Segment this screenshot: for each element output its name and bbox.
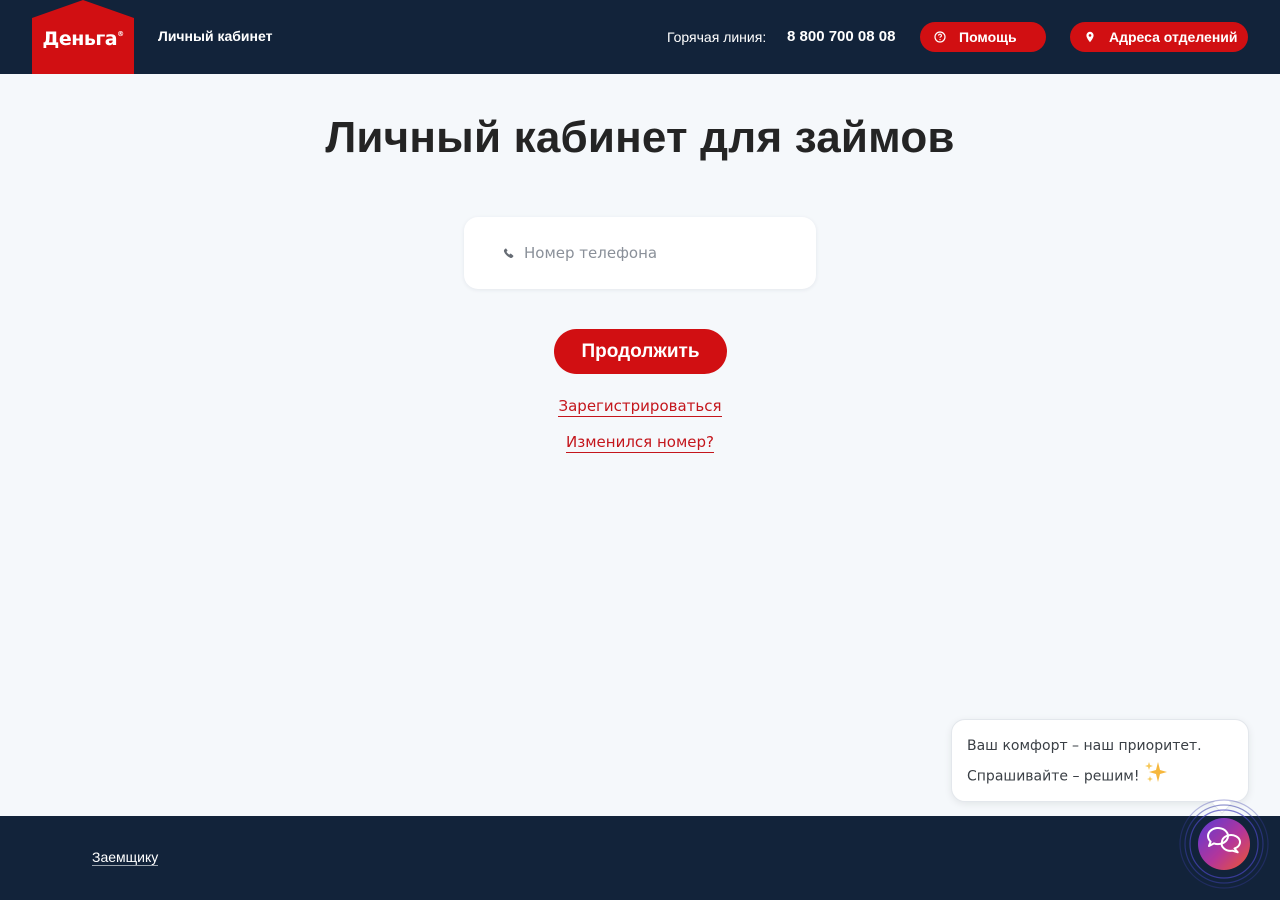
changed-number-link-row: Изменился номер? <box>0 433 1280 453</box>
chat-bubbles-icon <box>1179 799 1269 889</box>
register-link-row: Зарегистрироваться <box>0 397 1280 417</box>
phone-field <box>464 217 816 289</box>
question-circle-icon <box>934 31 946 43</box>
chat-line-1: Ваш комфорт – наш приоритет. <box>967 738 1202 754</box>
hotline-number[interactable]: 8 800 700 08 08 <box>787 28 895 45</box>
borrower-link[interactable]: Заемщику <box>92 849 159 866</box>
phone-input[interactable] <box>524 239 794 267</box>
logo-text: Деньга® <box>42 28 124 50</box>
header: Деньга® Личный кабинет Горячая линия: 8 … <box>0 0 1280 74</box>
continue-button[interactable]: Продолжить <box>554 329 727 374</box>
chat-greeting-bubble[interactable]: Ваш комфорт – наш приоритет. Спрашивайте… <box>951 719 1249 802</box>
help-button[interactable]: Помощь <box>920 22 1046 52</box>
chat-launcher-button[interactable] <box>1178 798 1270 890</box>
cabinet-link[interactable]: Личный кабинет <box>158 28 272 44</box>
phone-icon <box>502 246 516 260</box>
address-button[interactable]: Адреса отделений <box>1070 22 1248 52</box>
register-link[interactable]: Зарегистрироваться <box>558 397 722 417</box>
map-pin-icon <box>1084 31 1096 43</box>
chat-line-2: Спрашивайте – решим! <box>967 759 1233 794</box>
page-title: Личный кабинет для займов <box>325 113 955 162</box>
address-button-label: Адреса отделений <box>1109 29 1238 45</box>
help-button-label: Помощь <box>959 29 1017 45</box>
logo[interactable]: Деньга® <box>32 0 134 74</box>
sparkles-icon <box>1143 759 1169 794</box>
footer: Заемщику <box>0 816 1280 900</box>
hotline-label: Горячая линия: <box>667 29 767 45</box>
changed-number-link[interactable]: Изменился номер? <box>566 433 714 453</box>
chat-line-2-text: Спрашивайте – решим! <box>967 768 1140 785</box>
